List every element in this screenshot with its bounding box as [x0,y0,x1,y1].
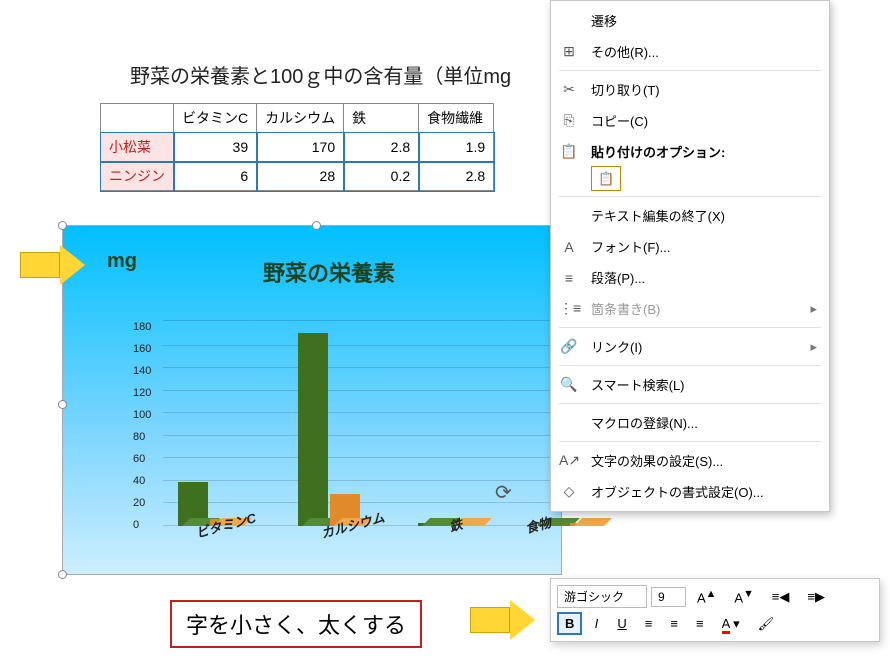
italic-button[interactable]: I [586,613,606,634]
cell[interactable]: 2.8 [344,133,419,162]
table-header-row: ビタミンC カルシウム 鉄 食物繊維 [101,104,494,133]
bold-button[interactable]: B [557,612,582,635]
clipboard-icon: 📋 [559,143,579,160]
scissors-icon: ✂ [559,81,579,98]
paragraph-icon: ≡ [559,270,579,286]
plot-area [163,321,583,526]
font-color-button[interactable]: A ▾ [715,613,747,635]
x-axis: ビタミンC カルシウム 鉄 食物 [163,515,583,534]
y-axis: 0 20 40 60 80 100 120 140 160 180 [133,321,151,531]
table-header: 鉄 [344,104,419,133]
ctx-format-object[interactable]: ◇オブジェクトの書式設定(O)... [551,476,829,507]
text-effect-icon: A↗ [559,452,579,469]
align-left-button[interactable]: ≡ [638,613,660,634]
indent-increase-button[interactable]: ≡▶ [800,586,832,608]
cell[interactable]: 1.9 [419,133,494,162]
search-icon: 🔍 [559,376,579,393]
cell[interactable]: 170 [257,133,344,162]
link-icon: 🔗 [559,338,579,355]
ctx-cut[interactable]: ✂切り取り(T) [551,74,829,105]
cell[interactable]: 2.8 [419,162,494,191]
mini-toolbar: 游ゴシック 9 A▲ A▼ ≡◀ ≡▶ B I U ≡ ≡ ≡ A ▾ 🖌 [550,578,880,642]
table-header: カルシウム [257,104,344,133]
rotate-icon[interactable]: ⟳ [495,480,512,505]
context-menu: 遷移 ⊞その他(R)... ✂切り取り(T) ⎘コピー(C) 📋貼り付けのオプシ… [550,0,830,512]
chart-title: 野菜の栄養素 [263,256,395,288]
annotation-note: 字を小さく、太くする [170,600,422,648]
chart[interactable]: mg 野菜の栄養素 0 20 40 60 80 100 120 140 160 … [62,225,562,575]
format-painter-button[interactable]: 🖌 [751,613,782,635]
page-title: 野菜の栄養素と100ｇ中の含有量（単位mg [130,60,511,89]
ctx-bullets: ⋮≡箇条書き(B)▸ [551,293,829,324]
table-row: ニンジン 6 28 0.2 2.8 [101,162,494,191]
increase-font-button[interactable]: A▲ [690,585,723,608]
font-size-select[interactable]: 9 [651,587,686,607]
copy-icon: ⎘ [559,112,579,129]
ctx-other[interactable]: ⊞その他(R)... [551,36,829,67]
table-row: 小松菜 39 170 2.8 1.9 [101,133,494,162]
row-name[interactable]: ニンジン [101,162,174,191]
cell[interactable]: 39 [174,133,257,162]
ctx-paragraph[interactable]: ≡段落(P)... [551,262,829,293]
bullets-icon: ⋮≡ [559,300,579,317]
decrease-font-button[interactable]: A▼ [727,585,760,608]
underline-button[interactable]: U [610,613,633,634]
table-header [101,104,174,133]
ctx-transition[interactable]: 遷移 [551,5,829,36]
table-header: 食物繊維 [419,104,494,133]
ctx-macro[interactable]: マクロの登録(N)... [551,407,829,438]
ctx-paste-options: 📋貼り付けのオプション: [551,136,829,167]
font-family-select[interactable]: 游ゴシック [557,585,647,608]
format-icon: ◇ [559,483,579,500]
align-center-button[interactable]: ≡ [663,613,685,634]
ctx-copy[interactable]: ⎘コピー(C) [551,105,829,136]
cell[interactable]: 0.2 [344,162,419,191]
grid-icon: ⊞ [559,43,579,60]
ctx-end-text-edit[interactable]: テキスト編集の終了(X) [551,200,829,231]
cell[interactable]: 6 [174,162,257,191]
data-table: ビタミンC カルシウム 鉄 食物繊維 小松菜 39 170 2.8 1.9 ニン… [100,103,494,191]
row-name[interactable]: 小松菜 [101,133,174,162]
ctx-smart-lookup[interactable]: 🔍スマート検索(L) [551,369,829,400]
y-unit-label: mg [107,250,137,273]
ctx-link[interactable]: 🔗リンク(I)▸ [551,331,829,362]
font-icon: A [559,239,579,255]
ctx-paste-button[interactable]: 📋 [551,167,829,193]
cell[interactable]: 28 [257,162,344,191]
align-right-button[interactable]: ≡ [689,613,711,634]
ctx-font[interactable]: Aフォント(F)... [551,231,829,262]
table-header: ビタミンC [174,104,257,133]
ctx-text-effects[interactable]: A↗文字の効果の設定(S)... [551,445,829,476]
indent-decrease-button[interactable]: ≡◀ [765,586,797,608]
